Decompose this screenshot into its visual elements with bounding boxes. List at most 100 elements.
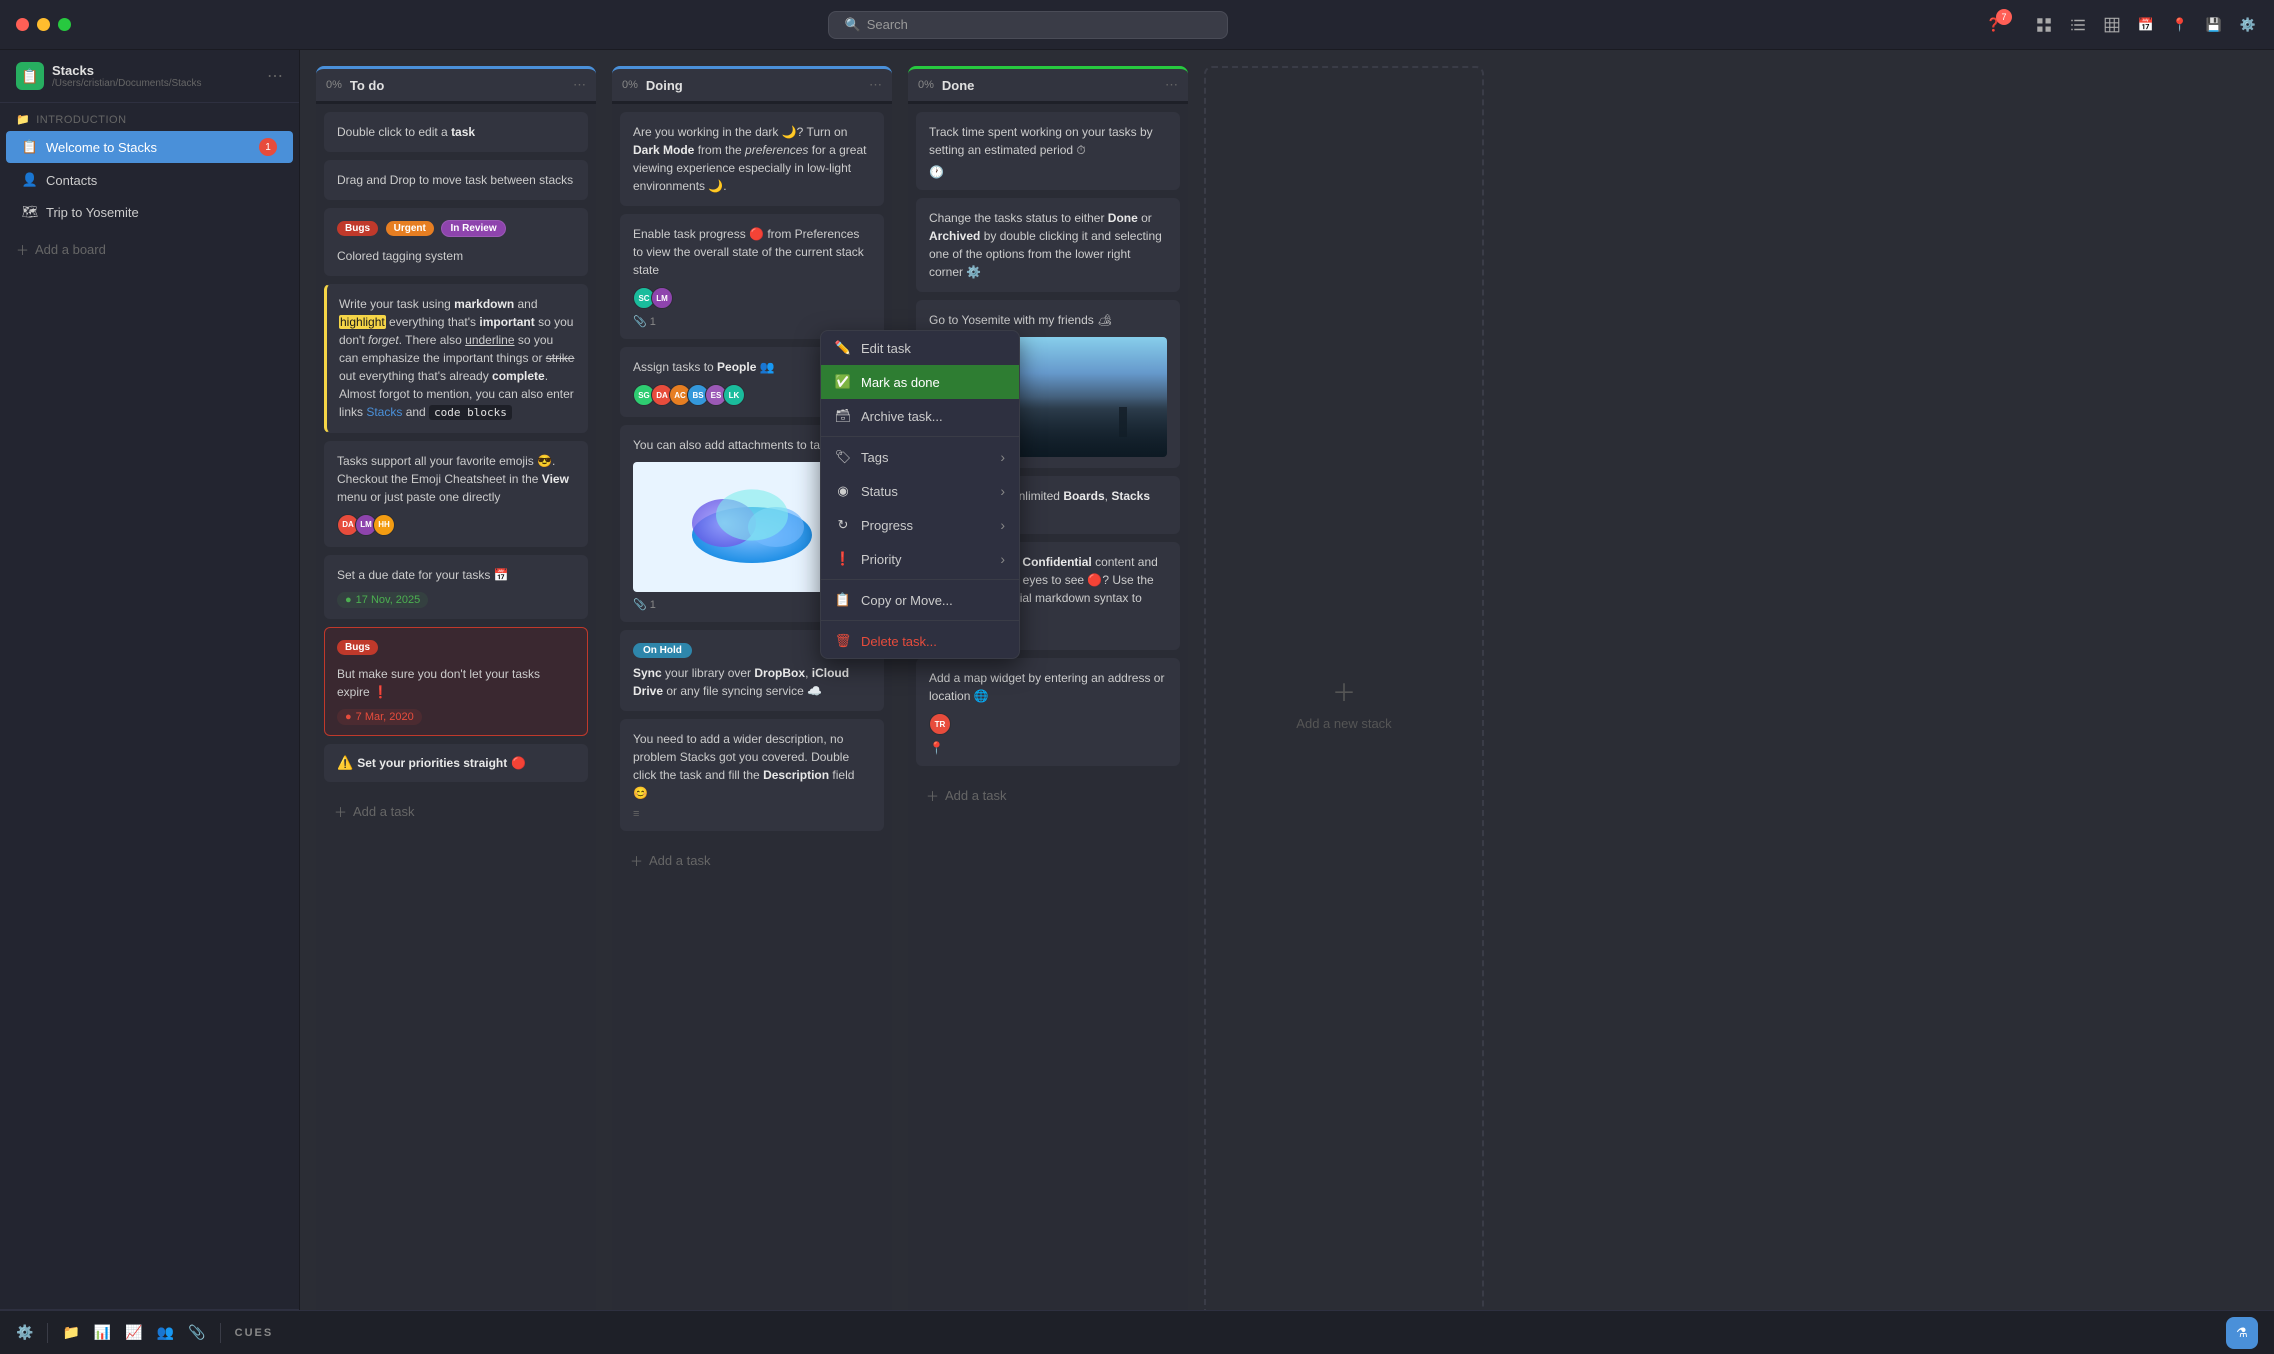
stack-doing-header: 0% Doing ⋯ [612,66,892,101]
trip-icon: 🗺 [22,204,38,220]
avatar: LK [723,384,745,406]
task-card[interactable]: Change the tasks status to either Done o… [916,198,1180,292]
stack-doing-menu[interactable]: ⋯ [869,77,882,93]
table-icon[interactable] [2102,15,2122,35]
attachment-info: 📎 1 [633,315,871,328]
attach-bottom-icon[interactable]: 📎 [188,1324,205,1341]
stack-done-menu[interactable]: ⋯ [1165,77,1178,93]
task-text: You need to add a wider description, no … [633,730,871,802]
chart-bottom-icon[interactable]: 📈 [125,1324,142,1341]
clock-icon: 🕐 [929,165,1167,179]
task-avatars: SG DA AC BS ES LK [633,384,745,406]
task-text: Double click to edit a task [337,123,575,141]
task-card[interactable]: Tasks support all your favorite emojis 😎… [324,441,588,547]
add-task-todo-button[interactable]: ＋ Add a task [324,794,588,829]
save-icon[interactable]: 💾 [2204,15,2224,35]
search-placeholder: Search [867,17,908,32]
stack-doing-body: Are you working in the dark 🌙? Turn on D… [612,104,892,1338]
notification-badge: 7 [1996,9,2012,25]
add-task-done-button[interactable]: ＋ Add a task [916,778,1180,813]
cues-label: CUES [235,1327,274,1339]
task-footer: ●17 Nov, 2025 [337,592,575,608]
tag-icon: 🏷 [835,449,851,465]
trash-icon: 🗑 [835,633,851,649]
task-footer: ●7 Mar, 2020 [337,709,575,725]
stack-doing-progress: 0% [622,79,638,91]
stack-todo-header: 0% To do ⋯ [316,66,596,101]
avatar: TR [929,713,951,735]
menu-item-mark-done[interactable]: ✅ Mark as done [821,365,1019,399]
search-icon: 🔍 [845,17,861,33]
people-bottom-icon[interactable]: 👥 [157,1324,174,1341]
stack-done-body: Track time spent working on your tasks b… [908,104,1188,1338]
tag-bugs: Bugs [337,221,378,236]
task-card[interactable]: Double click to edit a task [324,112,588,152]
menu-item-progress[interactable]: ↻ Progress [821,508,1019,542]
sidebar-item-welcome[interactable]: 📋 Welcome to Stacks 1 [6,131,293,163]
due-date: ●17 Nov, 2025 [337,592,428,608]
menu-item-copy-move[interactable]: 📋 Copy or Move... [821,583,1019,617]
task-text: Tasks support all your favorite emojis 😎… [337,452,575,506]
tag-bugs: Bugs [337,640,378,655]
settings-bottom-icon[interactable]: ⚙️ [16,1324,33,1341]
board-bottom-icon[interactable]: 📊 [94,1324,111,1341]
close-button[interactable] [16,18,29,31]
task-card[interactable]: ⚠️ Set your priorities straight 🔴 [324,744,588,782]
task-card[interactable]: Bugs Urgent In Review Colored tagging sy… [324,208,588,276]
task-avatars: TR [929,713,951,735]
sidebar-item-contacts[interactable]: 👤 Contacts [6,165,293,195]
task-text: Are you working in the dark 🌙? Turn on D… [633,123,871,195]
task-card[interactable]: Enable task progress 🔴 from Preferences … [620,214,884,339]
menu-item-delete[interactable]: 🗑 Delete task... [821,624,1019,658]
sidebar-header-left: 📋 Stacks /Users/cristian/Documents/Stack… [16,62,202,90]
settings-icon[interactable]: ⚙️ [2238,15,2258,35]
board-icon: 📋 [22,139,38,155]
task-card[interactable]: Track time spent working on your tasks b… [916,112,1180,190]
add-stack-area[interactable]: ＋ Add a new stack [1204,66,1484,1338]
menu-item-mark-done-label: Mark as done [861,375,940,390]
menu-item-status[interactable]: ◉ Status [821,474,1019,508]
sidebar-menu-button[interactable]: ⋯ [267,66,283,86]
menu-divider [821,436,1019,437]
task-card[interactable]: You need to add a wider description, no … [620,719,884,831]
list-view-icon[interactable] [2068,15,2088,35]
add-board-button[interactable]: ＋ Add a board [0,232,299,267]
sidebar-item-yosemite[interactable]: 🗺 Trip to Yosemite [6,197,293,227]
maximize-button[interactable] [58,18,71,31]
menu-item-edit[interactable]: ✏️ Edit task [821,331,1019,365]
due-date-expired: ●7 Mar, 2020 [337,709,422,725]
filter-icon: ⚗ [2236,1325,2248,1341]
tag-review: In Review [441,220,505,237]
archive-icon: 🗃 [835,408,851,424]
calendar-icon[interactable]: 📅 [2136,15,2156,35]
task-card[interactable]: Drag and Drop to move task between stack… [324,160,588,200]
minimize-button[interactable] [37,18,50,31]
window-controls [16,18,71,31]
divider [220,1323,221,1343]
menu-item-archive[interactable]: 🗃 Archive task... [821,399,1019,433]
menu-item-priority[interactable]: ❗ Priority [821,542,1019,576]
stack-todo-body: Double click to edit a task Drag and Dro… [316,104,596,1338]
sidebar-item-label-welcome: Welcome to Stacks [46,140,157,155]
add-task-doing-button[interactable]: ＋ Add a task [620,843,884,878]
task-card[interactable]: Set a due date for your tasks 📅 ●17 Nov,… [324,555,588,619]
main-layout: 📋 Stacks /Users/cristian/Documents/Stack… [0,50,2274,1354]
stack-todo-progress: 0% [326,79,342,91]
task-card[interactable]: Are you working in the dark 🌙? Turn on D… [620,112,884,206]
task-card[interactable]: Write your task using markdown and highl… [324,284,588,433]
folder-bottom-icon[interactable]: 📁 [62,1324,79,1341]
sidebar-header: 📋 Stacks /Users/cristian/Documents/Stack… [0,50,299,103]
filter-button[interactable]: ⚗ [2226,1317,2258,1349]
pencil-icon: ✏️ [835,340,851,356]
task-card-expired[interactable]: Bugs But make sure you don't let your ta… [324,627,588,736]
menu-item-status-label: Status [861,484,898,499]
stack-doing-title: Doing [646,78,861,93]
menu-item-tags[interactable]: 🏷 Tags [821,440,1019,474]
grid-view-icon[interactable] [2034,15,2054,35]
stack-done-progress: 0% [918,79,934,91]
location-icon[interactable]: 📍 [2170,15,2190,35]
stack-todo-menu[interactable]: ⋯ [573,77,586,93]
search-bar[interactable]: 🔍 Search [828,11,1228,39]
task-card[interactable]: Add a map widget by entering an address … [916,658,1180,766]
menu-divider [821,579,1019,580]
